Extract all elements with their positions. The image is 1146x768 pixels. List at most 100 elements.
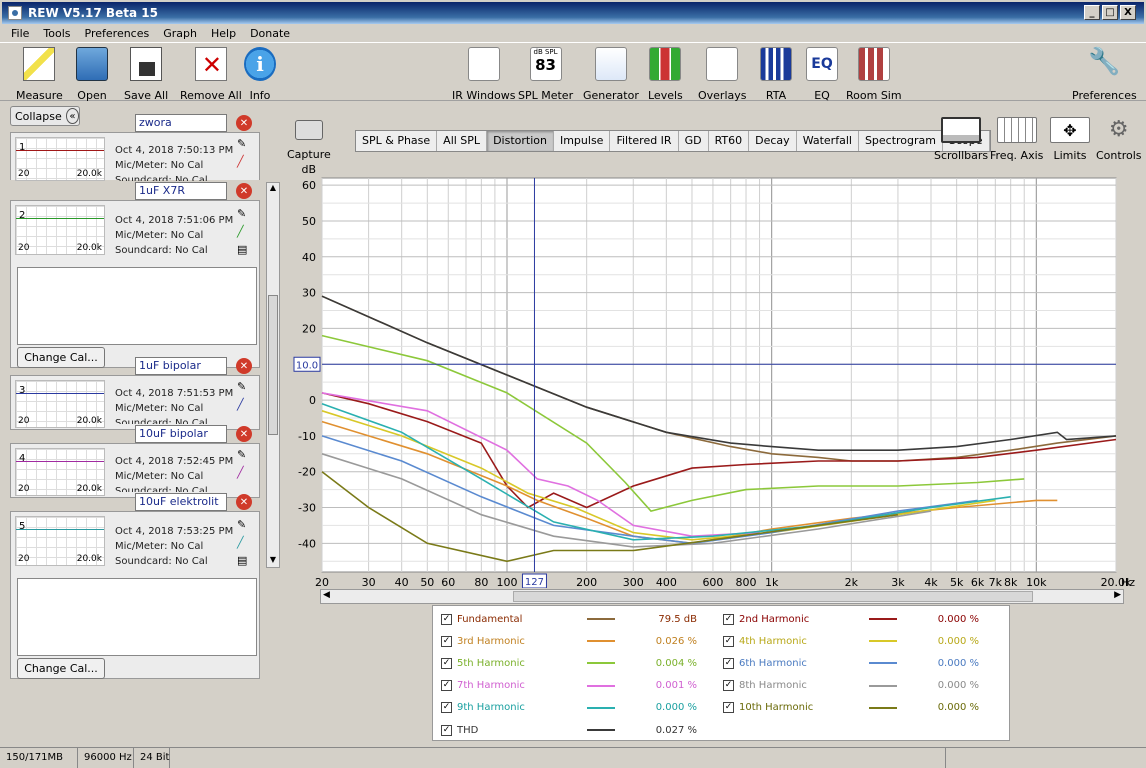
- trace-visible-checkbox[interactable]: ✓: [441, 702, 452, 714]
- legend-swatch: [587, 684, 615, 687]
- remove-all-button[interactable]: Remove All: [180, 47, 242, 102]
- trace-visible-checkbox[interactable]: ✓: [723, 657, 734, 669]
- measurement-card[interactable]: 1 20 20.0k Oct 4, 2018 7:50:13 PM Mic/Meter…: [10, 132, 260, 181]
- measurements-scrollbar[interactable]: ▲ ▼: [266, 182, 280, 568]
- save-all-button[interactable]: Save All: [124, 47, 168, 102]
- capture-button[interactable]: Capture: [287, 120, 331, 161]
- measurement-name-field[interactable]: 10uF elektrolit: [135, 493, 227, 511]
- room-sim-button[interactable]: Room Sim: [846, 47, 902, 102]
- limits-button[interactable]: ✥ Limits: [1050, 117, 1090, 162]
- thumbnail-low: 20: [18, 243, 30, 253]
- maximize-button[interactable]: □: [1102, 5, 1118, 20]
- tab-spectrogram[interactable]: Spectrogram: [859, 131, 944, 151]
- spl-meter-button[interactable]: dB SPL 83 SPL Meter: [518, 47, 573, 102]
- minimize-button[interactable]: _: [1084, 5, 1100, 20]
- scroll-thumb[interactable]: [513, 591, 1033, 602]
- edit-icon[interactable]: ✎: [237, 518, 251, 532]
- distortion-chart-svg[interactable]: 60 50 40 30 20 100 -10 -20 -30 -40 dB 20 30 40 50 60 80 1…: [290, 160, 1146, 589]
- ir-windows-button[interactable]: IR Windows: [452, 47, 516, 102]
- measurement-mic: Mic/Meter: No Cal: [115, 541, 204, 552]
- trace-visible-checkbox[interactable]: ✓: [441, 680, 452, 692]
- trace-visible-checkbox[interactable]: ✓: [441, 635, 452, 647]
- measurement-name-field[interactable]: 1uF bipolar: [135, 357, 227, 375]
- x-tick-label: 2k: [845, 576, 859, 588]
- edit-icon[interactable]: ✎: [237, 137, 251, 151]
- measurement-name-field[interactable]: zwora: [135, 114, 227, 132]
- close-button[interactable]: X: [1120, 5, 1136, 20]
- menu-preferences[interactable]: Preferences: [78, 27, 157, 40]
- eq-button[interactable]: EQ EQ: [806, 47, 838, 102]
- trace-visible-checkbox[interactable]: ✓: [441, 613, 452, 625]
- edit-icon[interactable]: ✎: [237, 380, 251, 394]
- menu-graph[interactable]: Graph: [156, 27, 204, 40]
- measurement-card[interactable]: 2 20 20.0k Oct 4, 2018 7:51:06 PM Mic/Meter…: [10, 200, 260, 368]
- tab-decay[interactable]: Decay: [749, 131, 797, 151]
- scrollbars-button[interactable]: Scrollbars: [934, 117, 988, 162]
- levels-button[interactable]: Levels: [648, 47, 683, 102]
- tab-rt60[interactable]: RT60: [709, 131, 750, 151]
- trace-visible-checkbox[interactable]: ✓: [441, 657, 452, 669]
- menu-donate[interactable]: Donate: [243, 27, 297, 40]
- generator-button[interactable]: Generator: [583, 47, 639, 102]
- distortion-graph[interactable]: 60 50 40 30 20 100 -10 -20 -30 -40 dB 20 30 40 50 60 80 1…: [290, 160, 1146, 608]
- tab-spl-phase[interactable]: SPL & Phase: [356, 131, 438, 151]
- edit-icon[interactable]: ✎: [237, 207, 251, 221]
- scroll-thumb[interactable]: [268, 295, 278, 435]
- change-cal-button[interactable]: Change Cal...: [17, 347, 105, 368]
- measure-button[interactable]: Measure: [16, 47, 63, 102]
- change-cal-button[interactable]: Change Cal...: [17, 658, 105, 679]
- legend-trace-value: 0.000 %: [655, 702, 697, 714]
- preferences-button[interactable]: 🔧 Preferences: [1072, 47, 1137, 102]
- measurement-name-field[interactable]: 1uF X7R: [135, 182, 227, 200]
- overlays-button[interactable]: Overlays: [698, 47, 747, 102]
- remove-measurement-icon[interactable]: ✕: [236, 426, 252, 442]
- scroll-left-icon[interactable]: ◀: [323, 590, 330, 600]
- tab-waterfall[interactable]: Waterfall: [797, 131, 859, 151]
- y-tick-label: 0: [309, 394, 316, 407]
- info-button[interactable]: i Info: [244, 47, 276, 102]
- spl-meter-icon: dB SPL 83: [529, 47, 562, 81]
- remove-measurement-icon[interactable]: ✕: [236, 115, 252, 131]
- measurement-name-field[interactable]: 10uF bipolar: [135, 425, 227, 443]
- trace-visible-checkbox[interactable]: ✓: [723, 635, 734, 647]
- trace-color-icon[interactable]: ╱: [237, 398, 251, 412]
- trace-color-icon[interactable]: ╱: [237, 155, 251, 169]
- remove-measurement-icon[interactable]: ✕: [236, 358, 252, 374]
- generator-icon: [594, 47, 627, 81]
- measurement-mic: Mic/Meter: No Cal: [115, 160, 204, 171]
- trace-color-icon[interactable]: ╱: [237, 536, 251, 550]
- tab-gd[interactable]: GD: [679, 131, 709, 151]
- notes-icon[interactable]: ▤: [237, 243, 251, 257]
- tab-all-spl[interactable]: All SPL: [437, 131, 488, 151]
- scroll-down-icon[interactable]: ▼: [267, 555, 279, 567]
- remove-measurement-icon[interactable]: ✕: [236, 494, 252, 510]
- rta-button[interactable]: RTA: [760, 47, 792, 102]
- tab-impulse[interactable]: Impulse: [554, 131, 611, 151]
- notes-icon[interactable]: ▤: [237, 554, 251, 568]
- remove-measurement-icon[interactable]: ✕: [236, 183, 252, 199]
- measurement-notes[interactable]: [17, 578, 257, 656]
- trace-visible-checkbox[interactable]: ✓: [723, 680, 734, 692]
- scroll-right-icon[interactable]: ▶: [1114, 590, 1121, 600]
- menu-file[interactable]: File: [4, 27, 36, 40]
- trace-visible-checkbox[interactable]: ✓: [723, 702, 734, 714]
- trace-visible-checkbox[interactable]: ✓: [441, 724, 452, 736]
- trace-visible-checkbox[interactable]: ✓: [723, 613, 734, 625]
- tab-filtered-ir[interactable]: Filtered IR: [610, 131, 679, 151]
- collapse-button[interactable]: Collapse «: [10, 106, 80, 126]
- scroll-up-icon[interactable]: ▲: [267, 183, 279, 195]
- graph-horizontal-scrollbar[interactable]: ◀ ▶: [320, 589, 1124, 604]
- measurement-card[interactable]: 4 20 20.0k Oct 4, 2018 7:52:45 PM Mic/Meter…: [10, 443, 260, 498]
- menu-help[interactable]: Help: [204, 27, 243, 40]
- trace-color-icon[interactable]: ╱: [237, 466, 251, 480]
- freq-axis-button[interactable]: Freq. Axis: [990, 117, 1043, 162]
- trace-color-icon[interactable]: ╱: [237, 225, 251, 239]
- measurement-card[interactable]: 5 20 20.0k Oct 4, 2018 7:53:25 PM Mic/Meter…: [10, 511, 260, 679]
- menu-tools[interactable]: Tools: [36, 27, 77, 40]
- measurement-card[interactable]: 3 20 20.0k Oct 4, 2018 7:51:53 PM Mic/Meter…: [10, 375, 260, 430]
- open-button[interactable]: Open: [76, 47, 108, 102]
- controls-button[interactable]: ⚙ Controls: [1096, 117, 1142, 162]
- edit-icon[interactable]: ✎: [237, 448, 251, 462]
- measurement-notes[interactable]: [17, 267, 257, 345]
- tab-distortion[interactable]: Distortion: [487, 131, 554, 151]
